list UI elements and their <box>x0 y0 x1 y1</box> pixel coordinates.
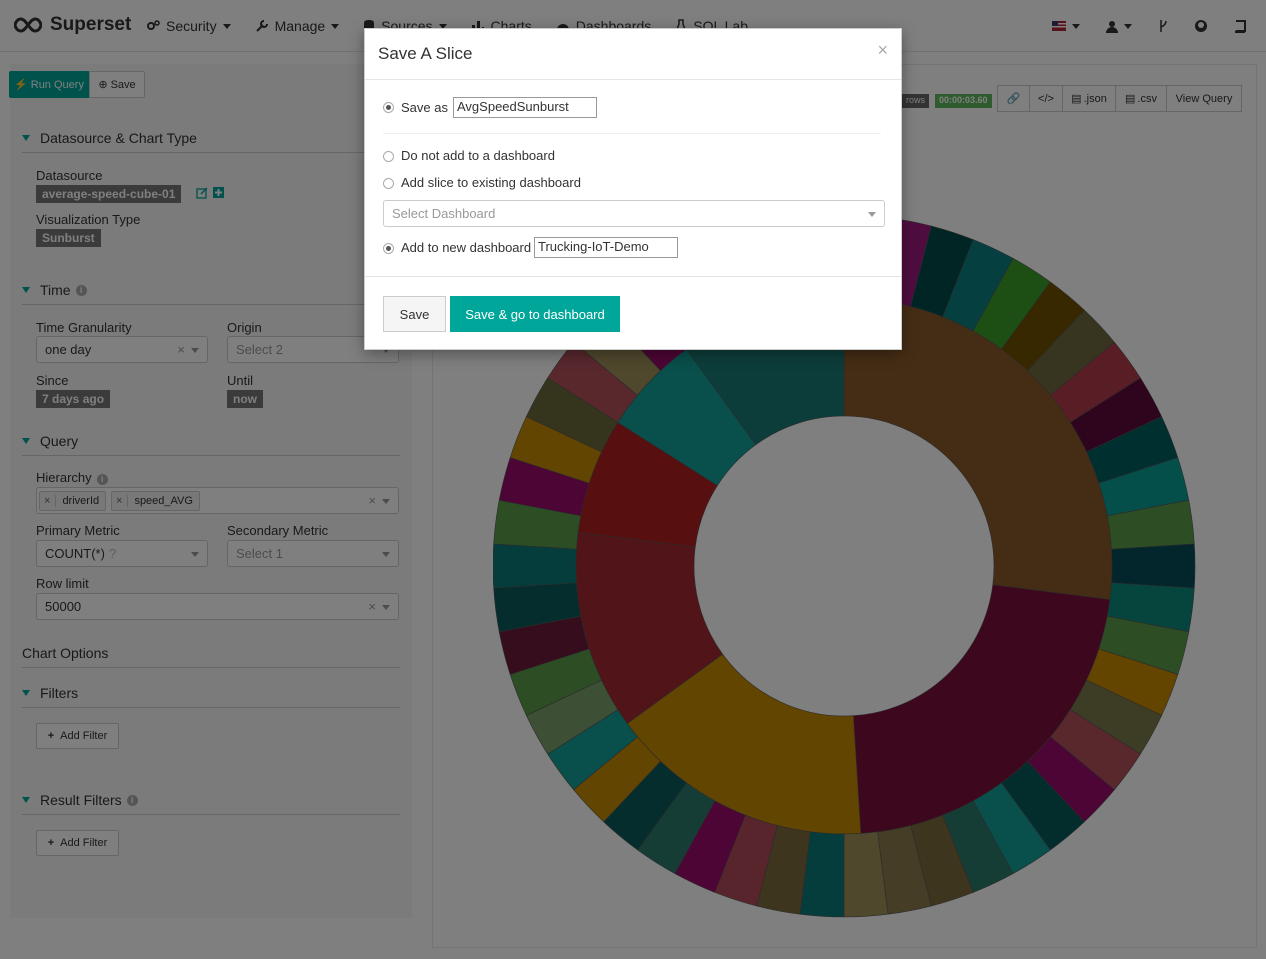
save-slice-modal: Save A Slice × Save as AvgSpeedSunburst … <box>364 28 902 350</box>
new-dashboard-radio[interactable] <box>383 243 394 254</box>
no-dashboard-label: Do not add to a dashboard <box>401 148 555 163</box>
dashboard-select[interactable]: Select Dashboard <box>383 200 885 227</box>
save-as-label: Save as <box>401 100 448 115</box>
save-and-go-button[interactable]: Save & go to dashboard <box>450 296 620 332</box>
dashboard-select-placeholder: Select Dashboard <box>392 206 496 221</box>
save-as-radio[interactable] <box>383 102 394 113</box>
new-dashboard-input[interactable]: Trucking-IoT-Demo <box>534 237 678 258</box>
modal-title: Save A Slice <box>378 44 473 63</box>
chevron-down-icon <box>868 212 876 217</box>
no-dashboard-radio[interactable] <box>383 151 394 162</box>
new-dashboard-label: Add to new dashboard <box>401 240 532 255</box>
slice-name-input[interactable]: AvgSpeedSunburst <box>453 97 597 118</box>
modal-save-button[interactable]: Save <box>383 296 446 332</box>
close-icon[interactable]: × <box>877 40 888 61</box>
modal-footer-divider <box>365 276 901 277</box>
modal-header: Save A Slice × <box>365 29 901 80</box>
divider <box>383 133 881 134</box>
existing-dashboard-radio[interactable] <box>383 178 394 189</box>
existing-dashboard-label: Add slice to existing dashboard <box>401 175 581 190</box>
